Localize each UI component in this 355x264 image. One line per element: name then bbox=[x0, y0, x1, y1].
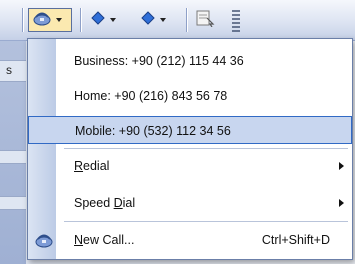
menu-item-home-phone[interactable]: Home: +90 (216) 843 56 78 bbox=[28, 82, 352, 110]
forward-button[interactable] bbox=[140, 8, 176, 32]
menu-item-label: Mobile: +90 (532) 112 34 56 bbox=[75, 124, 231, 138]
left-panel-row[interactable] bbox=[0, 150, 26, 164]
menu-item-redial[interactable]: Redial bbox=[28, 152, 352, 180]
toolbar-separator bbox=[186, 8, 188, 32]
menu-item-label: Speed Dial bbox=[74, 196, 136, 210]
toolbar bbox=[0, 0, 355, 41]
menu-item-label: Business: +90 (212) 115 44 36 bbox=[74, 54, 244, 68]
phone-dropdown-menu: Business: +90 (212) 115 44 36 Home: +90 … bbox=[27, 38, 353, 260]
navigate-back-icon bbox=[90, 10, 106, 31]
submenu-arrow-icon bbox=[339, 199, 344, 207]
phone-icon bbox=[34, 231, 54, 254]
back-button[interactable] bbox=[90, 8, 126, 32]
menu-item-label: New Call... bbox=[74, 233, 135, 247]
menu-item-mobile-phone[interactable]: Mobile: +90 (532) 112 34 56 bbox=[28, 116, 352, 144]
address-book-button[interactable] bbox=[194, 8, 224, 32]
chevron-down-icon[interactable] bbox=[160, 18, 166, 22]
menu-item-label: Home: +90 (216) 843 56 78 bbox=[74, 89, 228, 103]
menu-item-new-call[interactable]: New Call... Ctrl+Shift+D bbox=[28, 226, 352, 254]
toolbar-grip[interactable] bbox=[232, 10, 240, 32]
menu-item-speed-dial[interactable]: Speed Dial bbox=[28, 189, 352, 217]
dial-button[interactable] bbox=[28, 8, 72, 32]
menu-item-label: Redial bbox=[74, 159, 110, 173]
toolbar-separator bbox=[80, 8, 82, 32]
submenu-arrow-icon bbox=[339, 162, 344, 170]
menu-item-shortcut: Ctrl+Shift+D bbox=[261, 233, 330, 247]
chevron-down-icon[interactable] bbox=[110, 18, 116, 22]
menu-separator bbox=[64, 221, 348, 222]
menu-separator bbox=[64, 148, 348, 149]
left-panel-row[interactable]: s bbox=[0, 60, 26, 82]
chevron-down-icon[interactable] bbox=[56, 18, 62, 22]
phone-dial-icon bbox=[32, 9, 52, 32]
navigate-forward-icon bbox=[140, 10, 156, 31]
left-panel-row-label: s bbox=[6, 63, 12, 77]
address-book-icon bbox=[194, 9, 216, 32]
toolbar-separator bbox=[22, 8, 24, 32]
menu-item-business-phone[interactable]: Business: +90 (212) 115 44 36 bbox=[28, 47, 352, 75]
left-panel-row[interactable] bbox=[0, 196, 26, 210]
